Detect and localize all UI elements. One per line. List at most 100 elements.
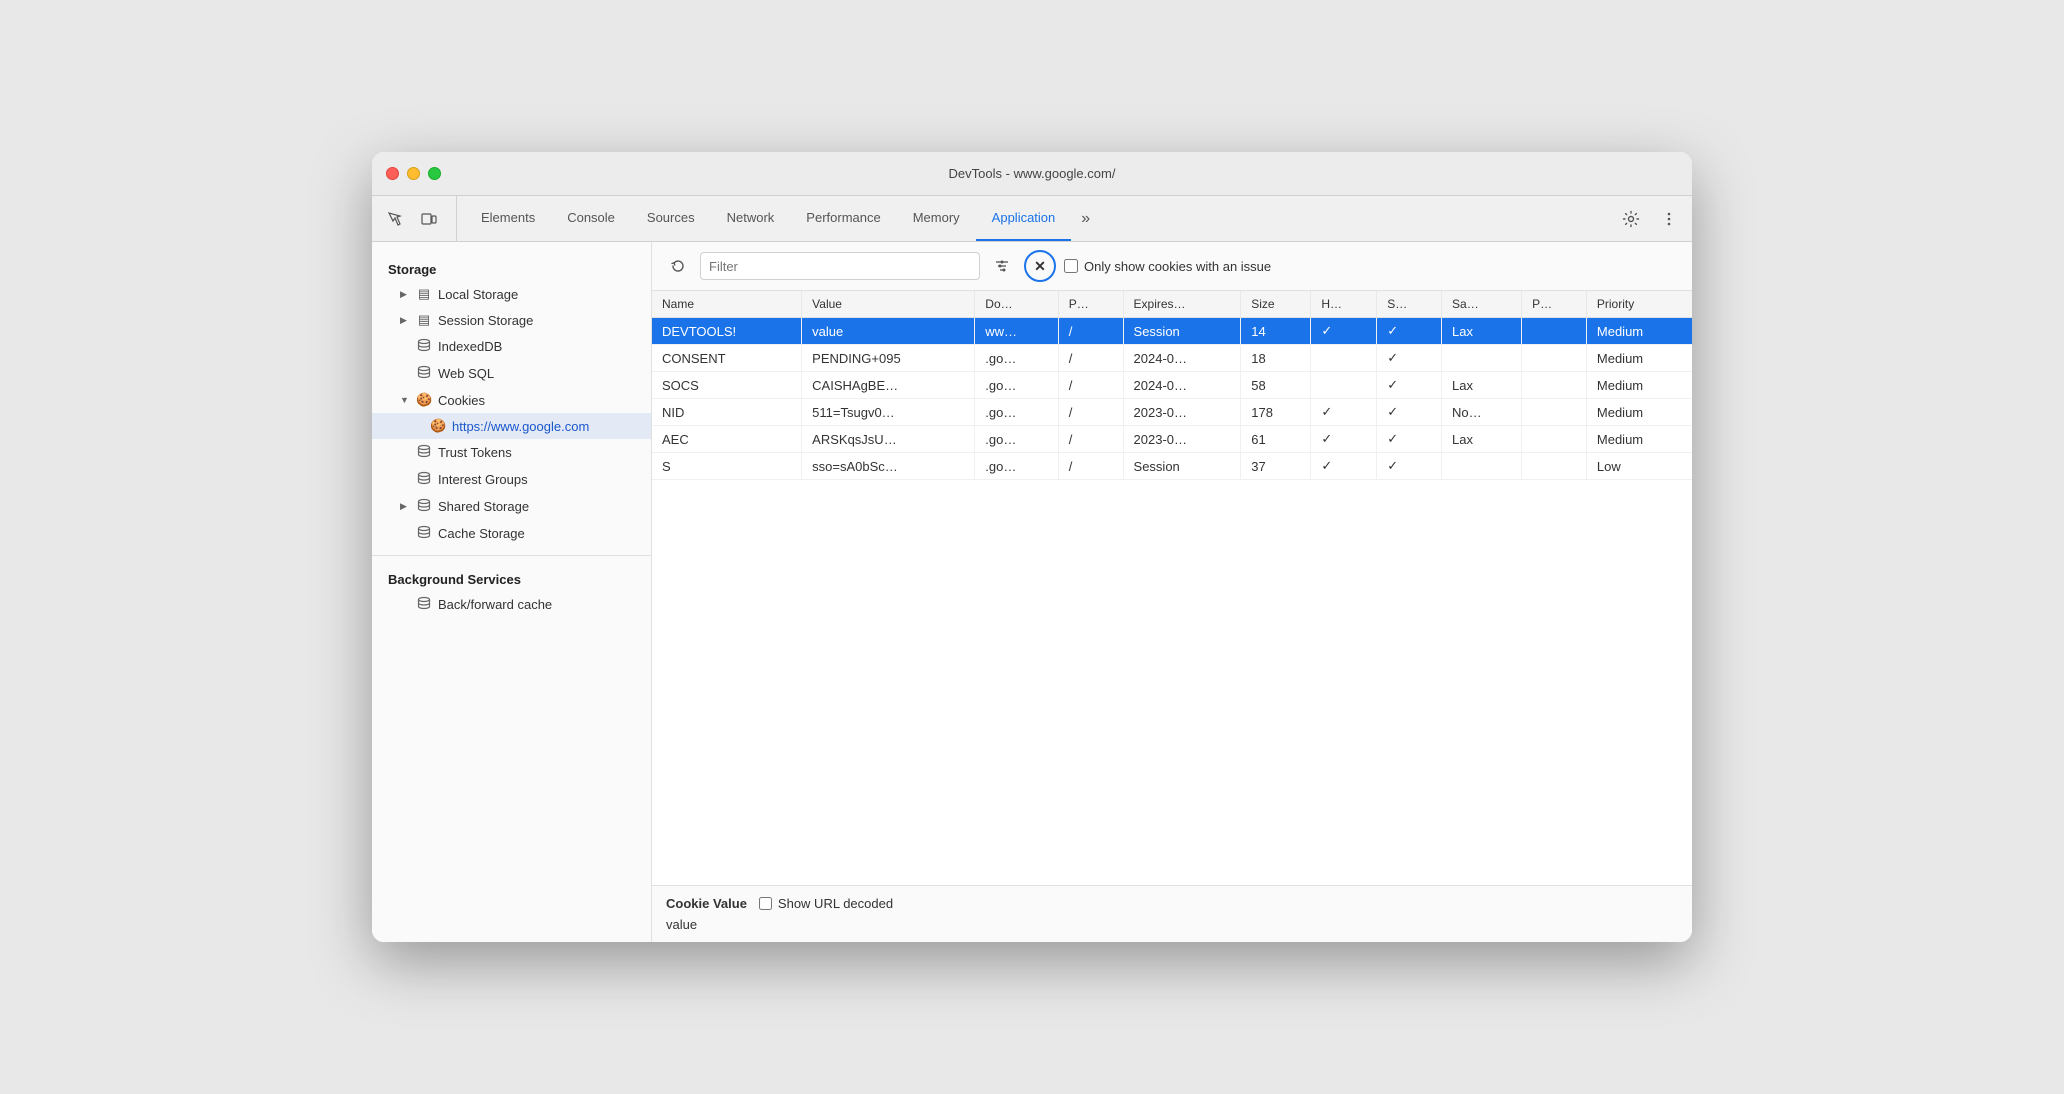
trust-tokens-icon xyxy=(416,444,432,461)
cell-size: 178 xyxy=(1241,399,1311,426)
sidebar-item-cache-storage[interactable]: Cache Storage xyxy=(372,520,651,547)
cell-name: NID xyxy=(652,399,802,426)
sidebar-item-cookies[interactable]: ▼ 🍪 Cookies xyxy=(372,387,651,413)
toolbar: Elements Console Sources Network Perform… xyxy=(372,196,1692,242)
minimize-button[interactable] xyxy=(407,167,420,180)
sidebar-item-local-storage[interactable]: ▶ ▤ Local Storage xyxy=(372,281,651,307)
cell-name: SOCS xyxy=(652,372,802,399)
cell-value: CAISHAgBE… xyxy=(802,372,975,399)
main-content: Storage ▶ ▤ Local Storage ▶ ▤ Session St… xyxy=(372,242,1692,942)
cell-priority: Medium xyxy=(1586,399,1692,426)
cell-priority: Medium xyxy=(1586,426,1692,453)
cell-samesite: Lax xyxy=(1442,426,1522,453)
cell-path: / xyxy=(1058,372,1123,399)
more-options-icon[interactable] xyxy=(1654,204,1684,234)
cell-value: value xyxy=(802,318,975,345)
col-priority[interactable]: Priority xyxy=(1586,291,1692,318)
show-decoded-label[interactable]: Show URL decoded xyxy=(759,896,893,911)
cell-secure: ✓ xyxy=(1377,372,1442,399)
col-httponly[interactable]: H… xyxy=(1311,291,1377,318)
sidebar-item-back-forward-cache[interactable]: Back/forward cache xyxy=(372,591,651,618)
sidebar-item-google-cookies[interactable]: 🍪 https://www.google.com xyxy=(372,413,651,439)
cookie-value-header: Cookie Value Show URL decoded xyxy=(666,896,1678,911)
close-button[interactable] xyxy=(386,167,399,180)
sidebar-item-session-storage[interactable]: ▶ ▤ Session Storage xyxy=(372,307,651,333)
refresh-button[interactable] xyxy=(664,252,692,280)
col-secure[interactable]: S… xyxy=(1377,291,1442,318)
table-row[interactable]: AEC ARSKqsJsU… .go… / 2023-0… 61 ✓ ✓ Lax… xyxy=(652,426,1692,453)
col-size[interactable]: Size xyxy=(1241,291,1311,318)
tab-performance[interactable]: Performance xyxy=(790,196,896,241)
interest-groups-icon xyxy=(416,471,432,488)
cookie-table-wrapper[interactable]: Name Value Do… P… Expires… Size H… S… Sa… xyxy=(652,291,1692,885)
sidebar-item-trust-tokens[interactable]: Trust Tokens xyxy=(372,439,651,466)
cell-priority: Medium xyxy=(1586,318,1692,345)
inspect-icon[interactable] xyxy=(380,204,410,234)
sidebar-item-shared-storage[interactable]: ▶ Shared Storage xyxy=(372,493,651,520)
table-header-row: Name Value Do… P… Expires… Size H… S… Sa… xyxy=(652,291,1692,318)
cell-samesite: Lax xyxy=(1442,372,1522,399)
tab-network[interactable]: Network xyxy=(711,196,791,241)
storage-section-title: Storage xyxy=(372,254,651,281)
maximize-button[interactable] xyxy=(428,167,441,180)
clear-button[interactable]: ✕ xyxy=(1024,250,1056,282)
table-row[interactable]: SOCS CAISHAgBE… .go… / 2024-0… 58 ✓ Lax … xyxy=(652,372,1692,399)
filter-input[interactable] xyxy=(700,252,980,280)
col-p[interactable]: P… xyxy=(1522,291,1587,318)
indexeddb-icon xyxy=(416,338,432,355)
tab-console[interactable]: Console xyxy=(551,196,631,241)
arrow-icon: ▼ xyxy=(400,395,410,405)
settings-icon[interactable] xyxy=(1616,204,1646,234)
cell-value: ARSKqsJsU… xyxy=(802,426,975,453)
cell-httponly: ✓ xyxy=(1311,318,1377,345)
tab-sources[interactable]: Sources xyxy=(631,196,711,241)
cell-name: CONSENT xyxy=(652,345,802,372)
arrow-icon: ▶ xyxy=(400,315,410,326)
cell-path: / xyxy=(1058,318,1123,345)
cell-expires: Session xyxy=(1123,453,1241,480)
tab-elements[interactable]: Elements xyxy=(465,196,551,241)
sidebar-item-interest-groups[interactable]: Interest Groups xyxy=(372,466,651,493)
show-decoded-checkbox[interactable] xyxy=(759,897,772,910)
device-toolbar-icon[interactable] xyxy=(414,204,444,234)
col-path[interactable]: P… xyxy=(1058,291,1123,318)
table-row[interactable]: CONSENT PENDING+095 .go… / 2024-0… 18 ✓ … xyxy=(652,345,1692,372)
col-name[interactable]: Name xyxy=(652,291,802,318)
col-domain[interactable]: Do… xyxy=(975,291,1058,318)
only-issues-checkbox[interactable] xyxy=(1064,259,1078,273)
filter-settings-button[interactable] xyxy=(988,252,1016,280)
table-row[interactable]: NID 511=Tsugv0… .go… / 2023-0… 178 ✓ ✓ N… xyxy=(652,399,1692,426)
sidebar-item-indexeddb[interactable]: IndexedDB xyxy=(372,333,651,360)
cell-domain: .go… xyxy=(975,399,1058,426)
web-sql-icon xyxy=(416,365,432,382)
tab-memory[interactable]: Memory xyxy=(897,196,976,241)
local-storage-icon: ▤ xyxy=(416,286,432,302)
cookie-value-text: value xyxy=(666,917,1678,932)
cell-httponly: ✓ xyxy=(1311,399,1377,426)
col-samesite[interactable]: Sa… xyxy=(1442,291,1522,318)
cell-samesite xyxy=(1442,345,1522,372)
cookies-icon: 🍪 xyxy=(416,392,432,408)
cell-expires: 2023-0… xyxy=(1123,426,1241,453)
only-issues-label[interactable]: Only show cookies with an issue xyxy=(1064,259,1271,274)
back-forward-cache-icon xyxy=(416,596,432,613)
table-row[interactable]: S sso=sA0bSc… .go… / Session 37 ✓ ✓ Low xyxy=(652,453,1692,480)
cell-secure: ✓ xyxy=(1377,453,1442,480)
cookie-value-title: Cookie Value xyxy=(666,896,747,911)
tab-application[interactable]: Application xyxy=(976,196,1072,241)
cell-domain: .go… xyxy=(975,426,1058,453)
arrow-icon: ▶ xyxy=(400,289,410,300)
more-tabs-button[interactable]: » xyxy=(1071,196,1100,241)
cell-domain: .go… xyxy=(975,453,1058,480)
cell-p xyxy=(1522,399,1587,426)
cell-name: S xyxy=(652,453,802,480)
traffic-lights xyxy=(386,167,441,180)
col-value[interactable]: Value xyxy=(802,291,975,318)
cell-secure: ✓ xyxy=(1377,426,1442,453)
sidebar-item-web-sql[interactable]: Web SQL xyxy=(372,360,651,387)
cell-priority: Medium xyxy=(1586,345,1692,372)
col-expires[interactable]: Expires… xyxy=(1123,291,1241,318)
cell-domain: .go… xyxy=(975,372,1058,399)
cell-size: 37 xyxy=(1241,453,1311,480)
table-row[interactable]: DEVTOOLS! value ww… / Session 14 ✓ ✓ Lax… xyxy=(652,318,1692,345)
